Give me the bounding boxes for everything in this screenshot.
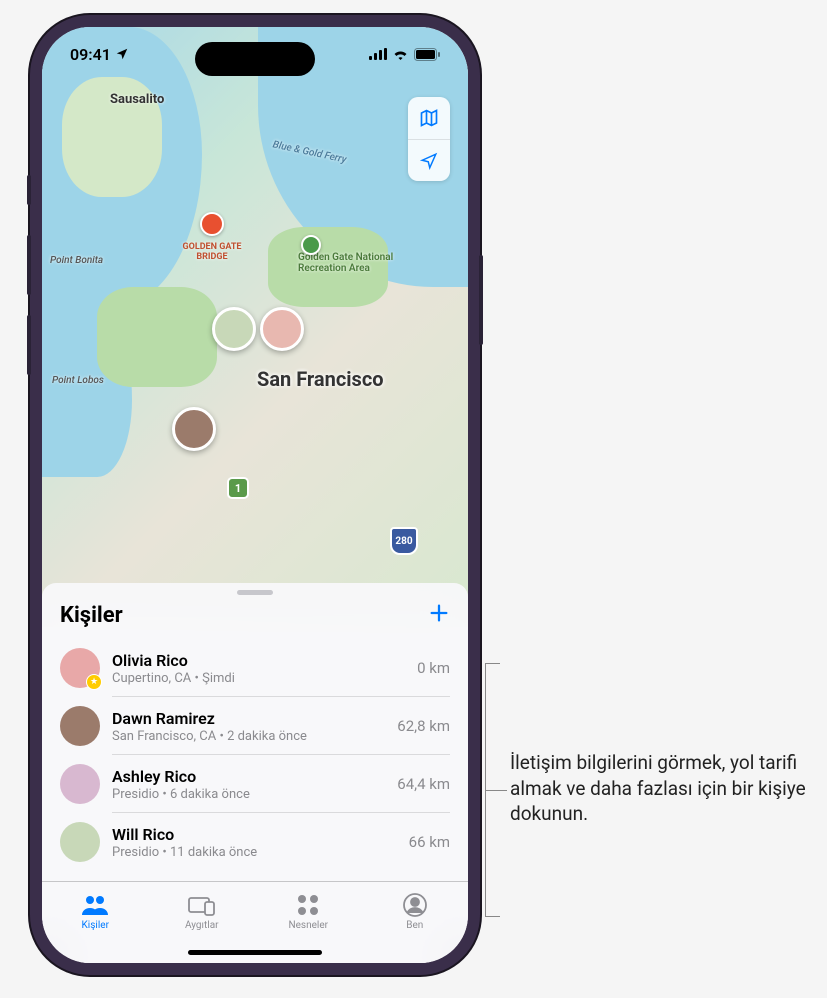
phone-frame: 09:41 Sausalito Point Bonita Point Lobos… bbox=[30, 15, 480, 975]
cellular-signal-icon bbox=[369, 48, 387, 60]
tab-label: Kişiler bbox=[82, 920, 109, 931]
person-name: Ashley Rico bbox=[112, 767, 385, 786]
map-label-point-lobos: Point Lobos bbox=[52, 375, 104, 386]
avatar bbox=[60, 822, 100, 862]
avatar bbox=[60, 706, 100, 746]
person-subtitle: San Francisco, CA • 2 dakika önce bbox=[112, 729, 385, 744]
map-pin-will[interactable] bbox=[212, 307, 256, 351]
tab-label: Aygıtlar bbox=[185, 920, 219, 931]
people-list: ★ Olivia Rico Cupertino, CA • Şimdi 0 km… bbox=[42, 639, 468, 871]
location-arrow-icon bbox=[420, 152, 438, 170]
tab-people[interactable]: Kişiler bbox=[42, 882, 149, 935]
home-indicator[interactable] bbox=[188, 950, 322, 955]
callout-tick bbox=[485, 790, 507, 791]
screen: 09:41 Sausalito Point Bonita Point Lobos… bbox=[42, 27, 468, 963]
person-row[interactable]: Dawn Ramirez San Francisco, CA • 2 dakik… bbox=[42, 697, 468, 755]
map-label-point-bonita: Point Bonita bbox=[50, 255, 103, 266]
sheet-title: Kişiler bbox=[60, 603, 123, 628]
sheet-header: Kişiler bbox=[42, 599, 468, 639]
map-label-ggnra: Golden Gate National Recreation Area bbox=[298, 252, 408, 274]
person-row[interactable]: Ashley Rico Presidio • 6 dakika önce 64,… bbox=[42, 755, 468, 813]
people-icon bbox=[80, 893, 110, 917]
add-person-button[interactable] bbox=[428, 601, 450, 629]
callout-text: İletişim bilgilerini görmek, yol tarifi … bbox=[510, 750, 810, 827]
wifi-icon bbox=[392, 48, 409, 60]
person-name: Dawn Ramirez bbox=[112, 709, 385, 728]
plus-icon bbox=[428, 602, 450, 624]
tab-me[interactable]: Ben bbox=[362, 882, 469, 935]
person-distance: 66 km bbox=[409, 833, 450, 851]
person-row[interactable]: Will Rico Presidio • 11 dakika önce 66 k… bbox=[42, 813, 468, 871]
sheet-grabber[interactable] bbox=[237, 590, 273, 595]
battery-icon bbox=[414, 48, 440, 61]
map-label-golden-gate-bridge: GOLDEN GATE BRIDGE bbox=[172, 242, 252, 262]
silence-switch bbox=[27, 175, 31, 205]
volume-down-button bbox=[27, 315, 31, 375]
map-controls bbox=[408, 97, 450, 181]
person-row[interactable]: ★ Olivia Rico Cupertino, CA • Şimdi 0 km bbox=[42, 639, 468, 697]
poi-golden-gate-bridge[interactable] bbox=[200, 212, 224, 236]
map[interactable]: Sausalito Point Bonita Point Lobos GOLDE… bbox=[42, 27, 468, 627]
person-subtitle: Presidio • 6 dakika önce bbox=[112, 787, 385, 802]
person-subtitle: Presidio • 11 dakika önce bbox=[112, 845, 397, 860]
avatar: ★ bbox=[60, 648, 100, 688]
poi-ggnra[interactable] bbox=[301, 235, 321, 255]
tab-devices[interactable]: Aygıtlar bbox=[149, 882, 256, 935]
map-pin-dawn[interactable] bbox=[172, 407, 216, 451]
tab-items[interactable]: Nesneler bbox=[255, 882, 362, 935]
map-pin-ashley[interactable] bbox=[260, 307, 304, 351]
person-distance: 64,4 km bbox=[397, 775, 450, 793]
person-subtitle: Cupertino, CA • Şimdi bbox=[112, 671, 405, 686]
avatar bbox=[60, 764, 100, 804]
status-time: 09:41 bbox=[70, 45, 111, 64]
person-icon bbox=[403, 893, 427, 917]
dynamic-island bbox=[195, 42, 315, 76]
map-mode-button[interactable] bbox=[408, 97, 450, 139]
tab-label: Nesneler bbox=[288, 920, 328, 931]
person-distance: 62,8 km bbox=[397, 717, 450, 735]
person-distance: 0 km bbox=[417, 659, 450, 677]
map-icon bbox=[419, 108, 439, 128]
items-icon bbox=[296, 893, 320, 917]
location-services-icon bbox=[115, 47, 129, 61]
tab-label: Ben bbox=[406, 920, 423, 931]
map-label-city: San Francisco bbox=[257, 367, 384, 391]
power-button bbox=[479, 255, 483, 345]
locate-me-button[interactable] bbox=[408, 139, 450, 181]
devices-icon bbox=[187, 894, 217, 916]
person-name: Olivia Rico bbox=[112, 651, 405, 670]
person-name: Will Rico bbox=[112, 825, 397, 844]
favorite-badge: ★ bbox=[86, 674, 102, 690]
highway-shield-1: 1 bbox=[227, 477, 249, 499]
highway-shield-280: 280 bbox=[390, 527, 418, 555]
map-label-sausalito: Sausalito bbox=[110, 92, 164, 107]
volume-up-button bbox=[27, 235, 31, 295]
